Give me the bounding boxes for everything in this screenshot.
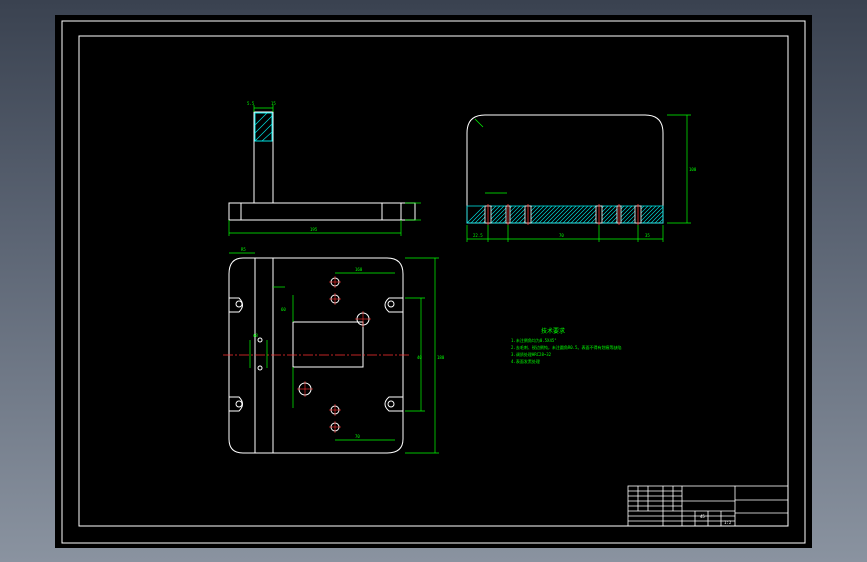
cad-drawing: 5.5 15 195 100 22.5 70 35 180 40 160 70 … bbox=[61, 20, 806, 544]
dim-plan-hole: Φ8 bbox=[253, 333, 258, 338]
dim-plan-slot: R5 bbox=[241, 247, 246, 252]
dim-plan-inner: 70 bbox=[355, 434, 360, 439]
side-view bbox=[466, 114, 664, 224]
dim-side-height: 100 bbox=[689, 167, 697, 172]
title-scale: 1:2 bbox=[724, 520, 732, 525]
hatch-line bbox=[654, 214, 664, 224]
title-material: 45 bbox=[700, 514, 705, 519]
tech-req-heading: 技术要求 bbox=[541, 327, 565, 335]
cad-viewport[interactable]: 5.5 15 195 100 22.5 70 35 180 40 160 70 … bbox=[0, 0, 867, 562]
dim-side-bottom-2: 70 bbox=[559, 233, 564, 238]
tech-req-line-2: 2.去毛刺、锐边倒钝，未注圆角R0.5。表面不得有划痕等缺陷 bbox=[511, 344, 621, 350]
tech-req-line-4: 4.表面发黑处理 bbox=[511, 358, 540, 364]
dim-top-left-b: 15 bbox=[271, 101, 276, 106]
hatch-line bbox=[658, 218, 664, 224]
dim-side-bottom-3: 35 bbox=[645, 233, 650, 238]
plan-view bbox=[228, 257, 404, 454]
title-block bbox=[627, 485, 789, 527]
drawing-canvas[interactable]: 5.5 15 195 100 22.5 70 35 180 40 160 70 … bbox=[55, 15, 812, 548]
side-view-section bbox=[466, 204, 664, 225]
front-view-dimensions bbox=[228, 105, 421, 236]
dim-plan-width: 160 bbox=[355, 267, 363, 272]
dim-top-left-a: 5.5 bbox=[247, 101, 255, 106]
dim-front-width: 195 bbox=[310, 227, 318, 232]
inner-frame bbox=[78, 35, 789, 527]
outer-frame bbox=[61, 20, 806, 544]
hatch-line bbox=[646, 206, 664, 224]
tech-req-line-3: 3.调质处理HRC28~32 bbox=[511, 351, 552, 357]
plan-hole-centers bbox=[297, 276, 371, 433]
dim-plan-pitch: 40 bbox=[417, 355, 422, 360]
front-view bbox=[228, 111, 416, 221]
dim-side-bottom-1: 22.5 bbox=[473, 233, 483, 238]
dim-plan-height: 180 bbox=[437, 355, 445, 360]
dim-plan-offset: 60 bbox=[281, 307, 286, 312]
technical-requirements: 技术要求 1.未注倒角均为0.5X45° 2.去毛刺、锐边倒钝，未注圆角R0.5… bbox=[511, 327, 621, 364]
tech-req-line-1: 1.未注倒角均为0.5X45° bbox=[511, 337, 557, 343]
